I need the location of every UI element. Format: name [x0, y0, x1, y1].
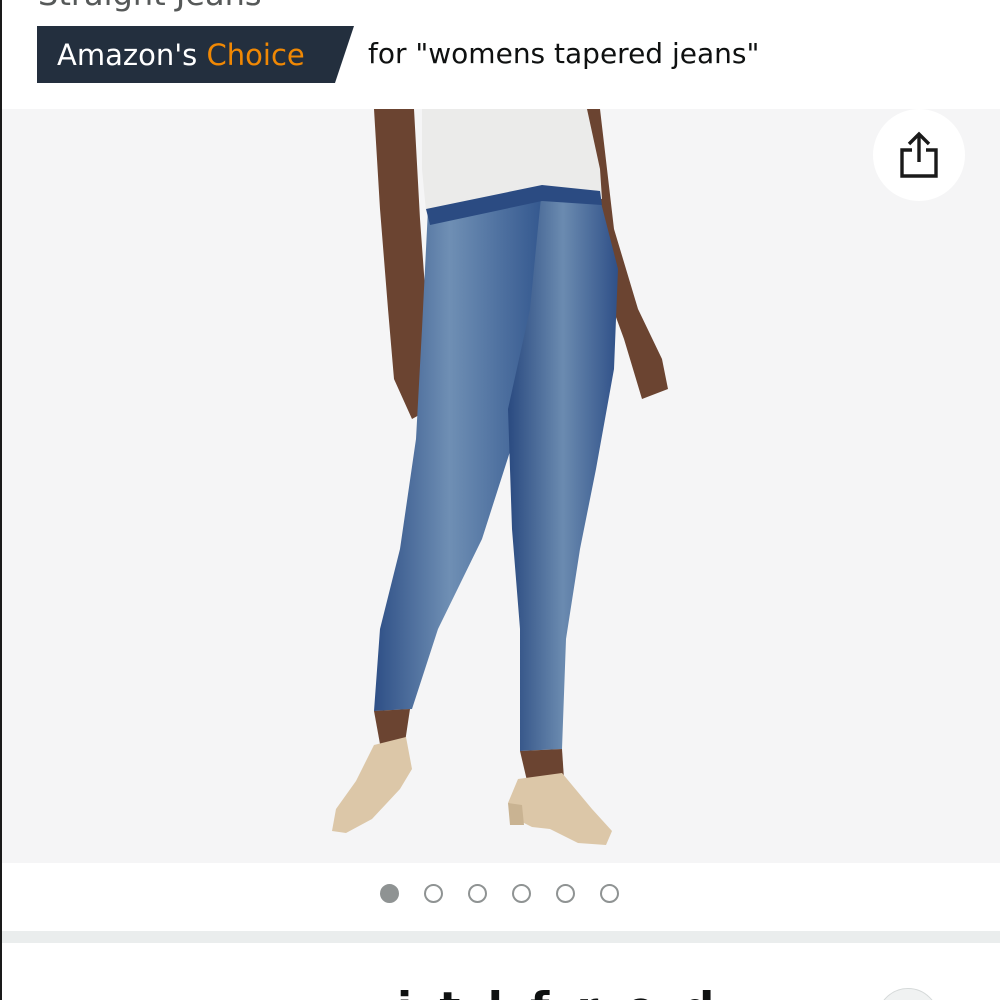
image-dot-1[interactable] — [380, 884, 399, 903]
choice-query-text: for "womens tapered jeans" — [368, 37, 760, 70]
amazons-choice-badge: Amazon's Choice — [37, 26, 354, 83]
image-dot-2[interactable] — [424, 884, 443, 903]
next-section-text: i t l f r e d — [397, 983, 720, 1000]
model-right-shoe — [508, 773, 612, 845]
product-image[interactable] — [2, 109, 1000, 863]
image-dot-4[interactable] — [512, 884, 531, 903]
next-section-button[interactable] — [877, 988, 939, 1000]
image-dot-3[interactable] — [468, 884, 487, 903]
image-pagination — [0, 884, 1000, 908]
badge-label-prefix: Amazon's — [57, 37, 198, 72]
section-divider — [2, 931, 1000, 943]
next-section-peek: i t l f r e d — [2, 943, 1000, 1000]
badge-label-accent: Choice — [206, 37, 305, 72]
share-button[interactable] — [873, 109, 965, 201]
image-dot-5[interactable] — [556, 884, 575, 903]
image-dot-6[interactable] — [600, 884, 619, 903]
product-title: Straight Jeans — [38, 0, 262, 12]
share-icon — [900, 131, 938, 178]
model-right-shoe-heel — [508, 803, 524, 825]
model-left-shoe — [332, 737, 412, 833]
product-image-gallery[interactable] — [2, 109, 1000, 863]
